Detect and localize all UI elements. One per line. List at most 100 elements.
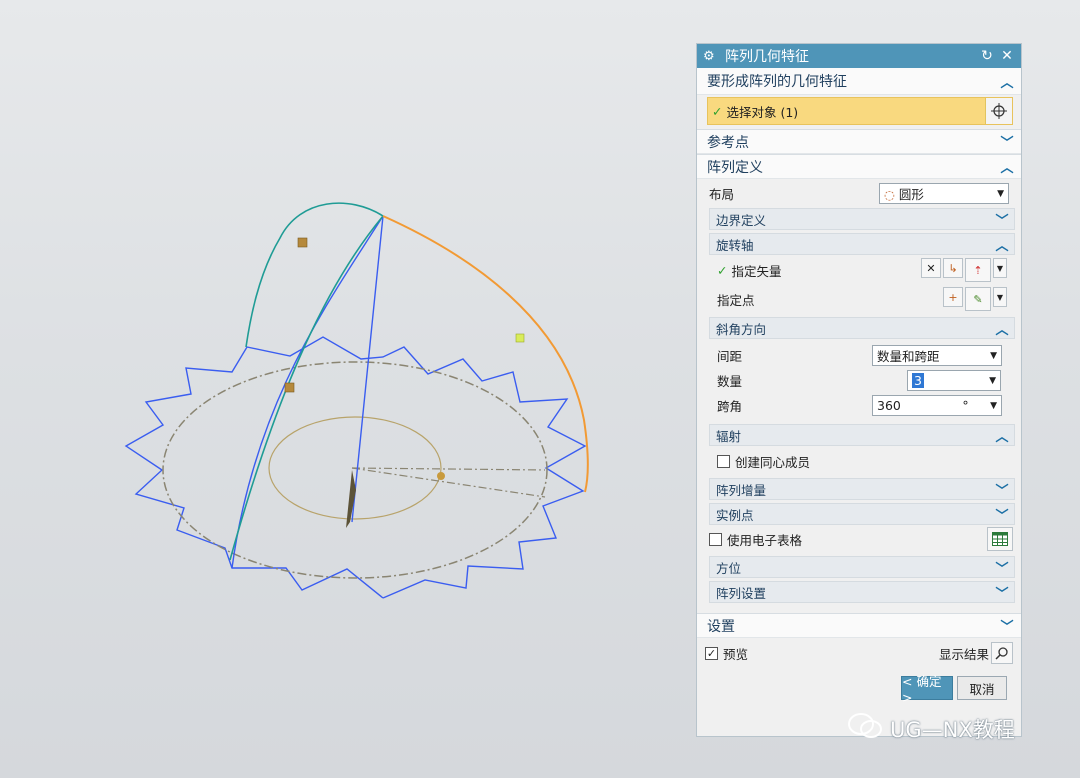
point-marker-3 [515, 333, 525, 343]
orientation-header[interactable]: 方位 ﹀ [709, 556, 1015, 578]
pattern-geometry-dialog: ⚙ 阵列几何特征 ↻ ✕ 要形成阵列的几何特征 ︿ ✓ 选择对象 (1) 参考点… [696, 43, 1022, 737]
dialog-title: 阵列几何特征 [725, 49, 809, 65]
span-angle-row: 跨角 360 ° ▼ [697, 393, 1021, 418]
teal-curve [229, 202, 384, 561]
bevel-direction-title: 斜角方向 [716, 321, 767, 337]
chevron-down-icon[interactable]: ﹀ [994, 505, 1010, 524]
orientation-title: 方位 [716, 560, 742, 576]
radial-line-2 [351, 467, 546, 498]
spacing-select[interactable]: 数量和跨距 ▼ [872, 345, 1002, 366]
span-angle-label: 跨角 [717, 399, 743, 414]
chevron-down-icon[interactable]: ﹀ [999, 616, 1015, 635]
orange-curve [382, 215, 589, 493]
cancel-button[interactable]: 取消 [957, 676, 1007, 700]
close-icon[interactable]: ✕ [999, 48, 1015, 64]
dropdown-arrow-icon: ▼ [989, 375, 996, 386]
preview-label: 预览 [723, 646, 749, 662]
span-angle-input[interactable]: 360 ° ▼ [872, 395, 1002, 416]
magnifier-icon[interactable] [991, 642, 1013, 664]
point-marker-2 [284, 382, 295, 393]
span-angle-value: 360 [877, 398, 901, 413]
bevel-direction-header[interactable]: 斜角方向 ︿ [709, 317, 1015, 339]
pattern-settings-title: 阵列设置 [716, 585, 767, 601]
concentric-label: 创建同心成员 [735, 454, 811, 470]
select-object-row[interactable]: ✓ 选择对象 (1) [707, 97, 1013, 125]
chevron-up-icon[interactable]: ︿ [994, 235, 1010, 254]
section-definition-title: 阵列定义 [707, 159, 763, 176]
section-geometry-header[interactable]: 要形成阵列的几何特征 ︿ [697, 68, 1021, 95]
rotation-axis-title: 旋转轴 [716, 237, 754, 253]
layout-select[interactable]: ◌ 圆形 ▼ [879, 183, 1009, 204]
dropdown-arrow-icon: ▼ [990, 400, 997, 411]
vector-dropdown-icon[interactable]: ▼ [993, 258, 1007, 278]
graphics-viewport[interactable] [0, 0, 690, 778]
chevron-up-icon[interactable]: ︿ [999, 72, 1015, 91]
pattern-settings-header[interactable]: 阵列设置 ﹀ [709, 581, 1015, 603]
spreadsheet-row: 使用电子表格 [697, 525, 1021, 553]
dropdown-arrow-icon: ▼ [990, 350, 997, 361]
reset-icon[interactable]: ↻ [979, 48, 995, 64]
chevron-up-icon[interactable]: ︿ [999, 157, 1015, 176]
dropdown-arrow-icon: ▼ [997, 188, 1004, 199]
vector-dialog-icon[interactable]: ✕ [921, 258, 941, 278]
point-dropdown-icon[interactable]: ▼ [993, 287, 1007, 307]
increment-title: 阵列增量 [716, 482, 767, 498]
spreadsheet-icon[interactable] [987, 527, 1013, 551]
concentric-checkbox[interactable] [717, 454, 730, 468]
increment-header[interactable]: 阵列增量 ﹀ [709, 478, 1015, 500]
select-object-label: 选择对象 (1) [726, 104, 799, 120]
count-label: 数量 [717, 374, 743, 389]
chevron-down-icon[interactable]: ﹀ [994, 583, 1010, 602]
chat-bubble-icon [848, 712, 882, 745]
instance-point-title: 实例点 [716, 507, 754, 523]
chevron-up-icon[interactable]: ︿ [994, 319, 1010, 338]
preview-checkbox[interactable]: ✓ [705, 646, 718, 660]
checkmark-icon: ✓ [717, 262, 728, 278]
ok-button[interactable]: < 确定 > [901, 674, 953, 705]
gear-icon: ⚙ [703, 48, 715, 64]
section-reference-title: 参考点 [707, 134, 749, 151]
model-canvas [124, 202, 589, 599]
radial-line-1 [351, 467, 546, 471]
watermark: UG—NX教程 [848, 712, 1015, 745]
chevron-down-icon[interactable]: ﹀ [994, 558, 1010, 577]
point-marker-1 [297, 237, 308, 248]
specify-point-row: 指定点 + ✎ ▼ [697, 285, 1021, 313]
count-row: 数量 3 ▼ [697, 368, 1021, 393]
chevron-down-icon[interactable]: ﹀ [994, 480, 1010, 499]
instance-point-header[interactable]: 实例点 ﹀ [709, 503, 1015, 525]
watermark-text: UG—NX教程 [890, 717, 1015, 742]
spacing-value: 数量和跨距 [877, 349, 940, 364]
chevron-down-icon[interactable]: ﹀ [994, 210, 1010, 229]
meridian-arc [231, 215, 384, 569]
center-point-marker [437, 472, 445, 480]
dialog-titlebar[interactable]: ⚙ 阵列几何特征 ↻ ✕ [697, 44, 1021, 68]
section-reference-header[interactable]: 参考点 ﹀ [697, 129, 1021, 154]
boundary-header[interactable]: 边界定义 ﹀ [709, 208, 1015, 230]
radial-title: 辐射 [716, 428, 742, 444]
vector-inference-icon[interactable]: ↳ [943, 258, 963, 278]
spacing-label: 间距 [717, 349, 743, 364]
layout-row: 布局 ◌ 圆形 ▼ [697, 181, 1021, 206]
chevron-down-icon[interactable]: ﹀ [999, 132, 1015, 151]
specify-vector-row: ✓ 指定矢量 ✕ ↳ ⇡ ▼ [697, 255, 1021, 285]
radial-header[interactable]: 辐射 ︿ [709, 424, 1015, 446]
spreadsheet-checkbox[interactable] [709, 532, 722, 546]
preview-row: ✓ 预览 显示结果 [697, 638, 1021, 668]
axis-line [351, 215, 384, 523]
section-geometry-title: 要形成阵列的几何特征 [707, 74, 847, 90]
span-angle-unit: ° [962, 398, 969, 413]
section-settings-title: 设置 [707, 618, 735, 635]
point-dialog-icon[interactable]: + [943, 287, 963, 307]
crosshair-icon[interactable] [985, 98, 1012, 124]
count-input[interactable]: 3 ▼ [907, 370, 1001, 391]
chevron-up-icon[interactable]: ︿ [994, 426, 1010, 445]
dialog-buttons: < 确定 > 取消 [697, 668, 1021, 705]
count-value: 3 [912, 373, 924, 388]
section-definition-header[interactable]: 阵列定义 ︿ [697, 154, 1021, 179]
boundary-title: 边界定义 [716, 212, 767, 228]
point-inference-icon[interactable]: ✎ [965, 287, 991, 311]
section-settings-header[interactable]: 设置 ﹀ [697, 613, 1021, 638]
vector-axis-icon[interactable]: ⇡ [965, 258, 991, 282]
rotation-axis-header[interactable]: 旋转轴 ︿ [709, 233, 1015, 255]
